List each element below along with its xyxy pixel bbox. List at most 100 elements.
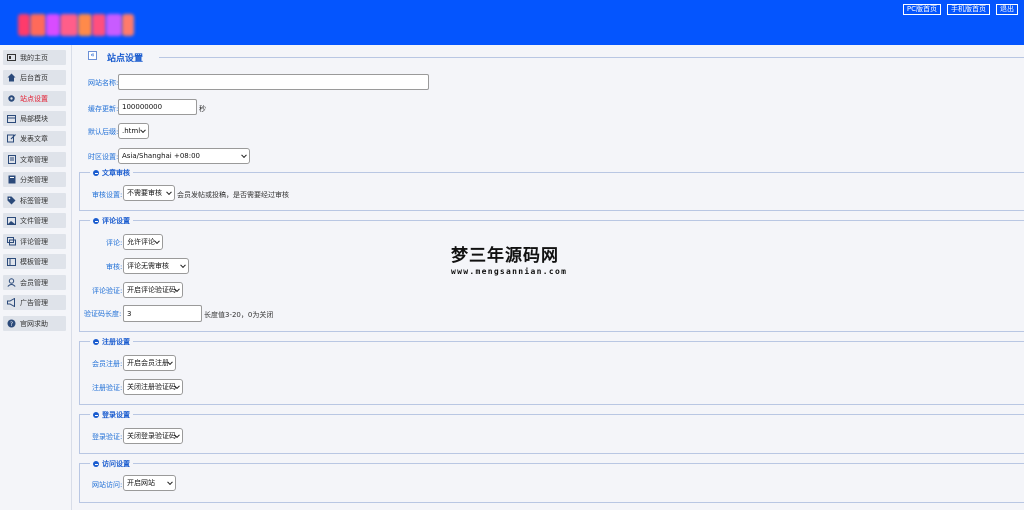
megaphone-icon xyxy=(7,298,16,307)
main-content: « 站点设置 网站名称: 缓存更新: 100000000 秒 默认后缀: .ht… xyxy=(73,45,1024,510)
comment-label: 评论: xyxy=(106,239,123,247)
sidebar-item-label: 评论管理 xyxy=(20,237,48,246)
logout-link[interactable]: 退出 xyxy=(996,4,1018,15)
top-header: PC版首页 手机版首页 退出 xyxy=(0,0,1024,45)
review-select[interactable]: 不需要审核 xyxy=(123,185,175,201)
sidebar-item-label: 广告管理 xyxy=(20,298,48,307)
site-name-input[interactable] xyxy=(118,74,429,90)
comment-icon xyxy=(7,237,16,246)
site-name-label: 网站名称: xyxy=(88,79,119,87)
sidebar-item-article-manage[interactable]: 文章管理 xyxy=(3,152,66,167)
sidebar-item-my-home[interactable]: 我的主页 xyxy=(3,50,66,65)
page-title: 站点设置 xyxy=(107,54,144,64)
review-note: 会员发帖或投稿，是否需要经过审核 xyxy=(177,191,289,199)
title-divider xyxy=(159,57,1024,58)
timezone-label: 时区设置: xyxy=(88,153,119,161)
review-value: 不需要审核 xyxy=(127,189,162,197)
login-settings-legend: 登录设置 xyxy=(90,410,133,420)
sidebar-item-comment-manage[interactable]: 评论管理 xyxy=(3,234,66,249)
edit-icon xyxy=(7,134,16,143)
watermark-cn: 梦三年源码网 xyxy=(451,246,559,266)
header-links: PC版首页 手机版首页 退出 xyxy=(902,4,1018,15)
sidebar-item-tag-manage[interactable]: 标签管理 xyxy=(3,193,66,208)
collapse-icon[interactable] xyxy=(93,412,99,418)
site-access-value: 开启网站 xyxy=(127,479,155,487)
sidebar-item-label: 文章管理 xyxy=(20,155,48,164)
cache-unit: 秒 xyxy=(199,105,206,113)
audit-label: 审核: xyxy=(106,263,123,271)
site-access-select[interactable]: 开启网站 xyxy=(123,475,176,491)
sidebar-item-site-settings[interactable]: 站点设置 xyxy=(3,91,66,106)
collapse-icon[interactable] xyxy=(93,170,99,176)
sidebar-item-category-manage[interactable]: 分类管理 xyxy=(3,172,66,187)
article-review-title: 文章审核 xyxy=(102,169,130,177)
tag-icon xyxy=(7,196,16,205)
help-icon: ? xyxy=(7,319,16,328)
site-access-label: 网站访问: xyxy=(92,481,123,489)
sidebar-item-member-manage[interactable]: 会员管理 xyxy=(3,275,66,290)
comment-select[interactable]: 允许评论 xyxy=(123,234,163,250)
document-icon xyxy=(7,155,16,164)
member-register-label: 会员注册: xyxy=(92,360,123,368)
collapse-sidebar-button[interactable]: « xyxy=(88,51,97,60)
collapse-icon[interactable] xyxy=(93,461,99,467)
timezone-select[interactable]: Asia/Shanghai +08:00 xyxy=(118,148,250,164)
comment-captcha-select[interactable]: 开启评论验证码 xyxy=(123,282,183,298)
comment-settings-title: 评论设置 xyxy=(102,217,130,225)
sidebar-item-admin-home[interactable]: 后台首页 xyxy=(3,70,66,85)
login-captcha-select[interactable]: 关闭登录验证码 xyxy=(123,428,183,444)
login-settings-title: 登录设置 xyxy=(102,411,130,419)
site-logo[interactable] xyxy=(18,14,134,36)
sidebar-item-label: 局部模块 xyxy=(20,114,48,123)
timezone-value: Asia/Shanghai +08:00 xyxy=(122,152,201,160)
sidebar-item-label: 站点设置 xyxy=(20,94,48,103)
pc-home-link[interactable]: PC版首页 xyxy=(902,4,941,15)
login-captcha-value: 关闭登录验证码 xyxy=(127,432,176,440)
watermark: 梦三年源码网 www.mengsannian.com xyxy=(451,241,591,276)
sidebar-item-label: 会员管理 xyxy=(20,278,48,287)
mobile-home-link[interactable]: 手机版首页 xyxy=(947,4,990,15)
comment-captcha-value: 开启评论验证码 xyxy=(127,286,176,294)
register-settings-section: 注册设置 xyxy=(79,337,1024,405)
comment-settings-legend: 评论设置 xyxy=(90,216,133,226)
access-settings-legend: 访问设置 xyxy=(90,459,133,469)
member-register-select[interactable]: 开启会员注册 xyxy=(123,355,176,371)
svg-text:?: ? xyxy=(10,321,13,328)
sidebar-item-file-manage[interactable]: 文件管理 xyxy=(3,213,66,228)
register-captcha-value: 关闭注册验证码 xyxy=(127,383,176,391)
sidebar-item-label: 分类管理 xyxy=(20,175,48,184)
sidebar-item-label: 文件管理 xyxy=(20,216,48,225)
sidebar-item-template-manage[interactable]: 模板管理 xyxy=(3,254,66,269)
audit-value: 评论无需审核 xyxy=(127,262,169,270)
sidebar-item-modules[interactable]: 局部模块 xyxy=(3,111,66,126)
chevron-down-icon xyxy=(166,189,172,196)
register-captcha-label: 注册验证: xyxy=(92,384,123,392)
sidebar-item-label: 官网求助 xyxy=(20,319,48,328)
access-settings-title: 访问设置 xyxy=(102,460,130,468)
sidebar-item-ad-manage[interactable]: 广告管理 xyxy=(3,295,66,310)
sidebar: 我的主页 后台首页 站点设置 局部模块 发表文章 文章管理 分类管理 标签管理 … xyxy=(0,45,72,510)
sidebar-item-label: 标签管理 xyxy=(20,196,48,205)
article-review-legend: 文章审核 xyxy=(90,168,133,178)
sidebar-item-official-help[interactable]: ? 官网求助 xyxy=(3,316,66,331)
cache-input[interactable]: 100000000 xyxy=(118,99,197,115)
layout-icon xyxy=(7,114,16,123)
comment-value: 允许评论 xyxy=(127,238,155,246)
chevron-down-icon xyxy=(154,238,160,245)
sidebar-item-post-article[interactable]: 发表文章 xyxy=(3,131,66,146)
register-settings-legend: 注册设置 xyxy=(90,337,133,347)
login-settings-section: 登录设置 xyxy=(79,410,1024,454)
captcha-length-input[interactable]: 3 xyxy=(123,305,202,322)
cache-label: 缓存更新: xyxy=(88,105,119,113)
folder-icon xyxy=(7,175,16,184)
image-icon xyxy=(7,216,16,225)
suffix-label: 默认后缀: xyxy=(88,128,119,136)
collapse-icon[interactable] xyxy=(93,339,99,345)
collapse-icon[interactable] xyxy=(93,218,99,224)
captcha-length-label: 验证码长度: xyxy=(84,310,122,318)
home-icon xyxy=(7,73,16,82)
audit-select[interactable]: 评论无需审核 xyxy=(123,258,189,274)
suffix-select[interactable]: .html xyxy=(118,123,149,139)
register-captcha-select[interactable]: 关闭注册验证码 xyxy=(123,379,183,395)
member-register-value: 开启会员注册 xyxy=(127,359,169,367)
